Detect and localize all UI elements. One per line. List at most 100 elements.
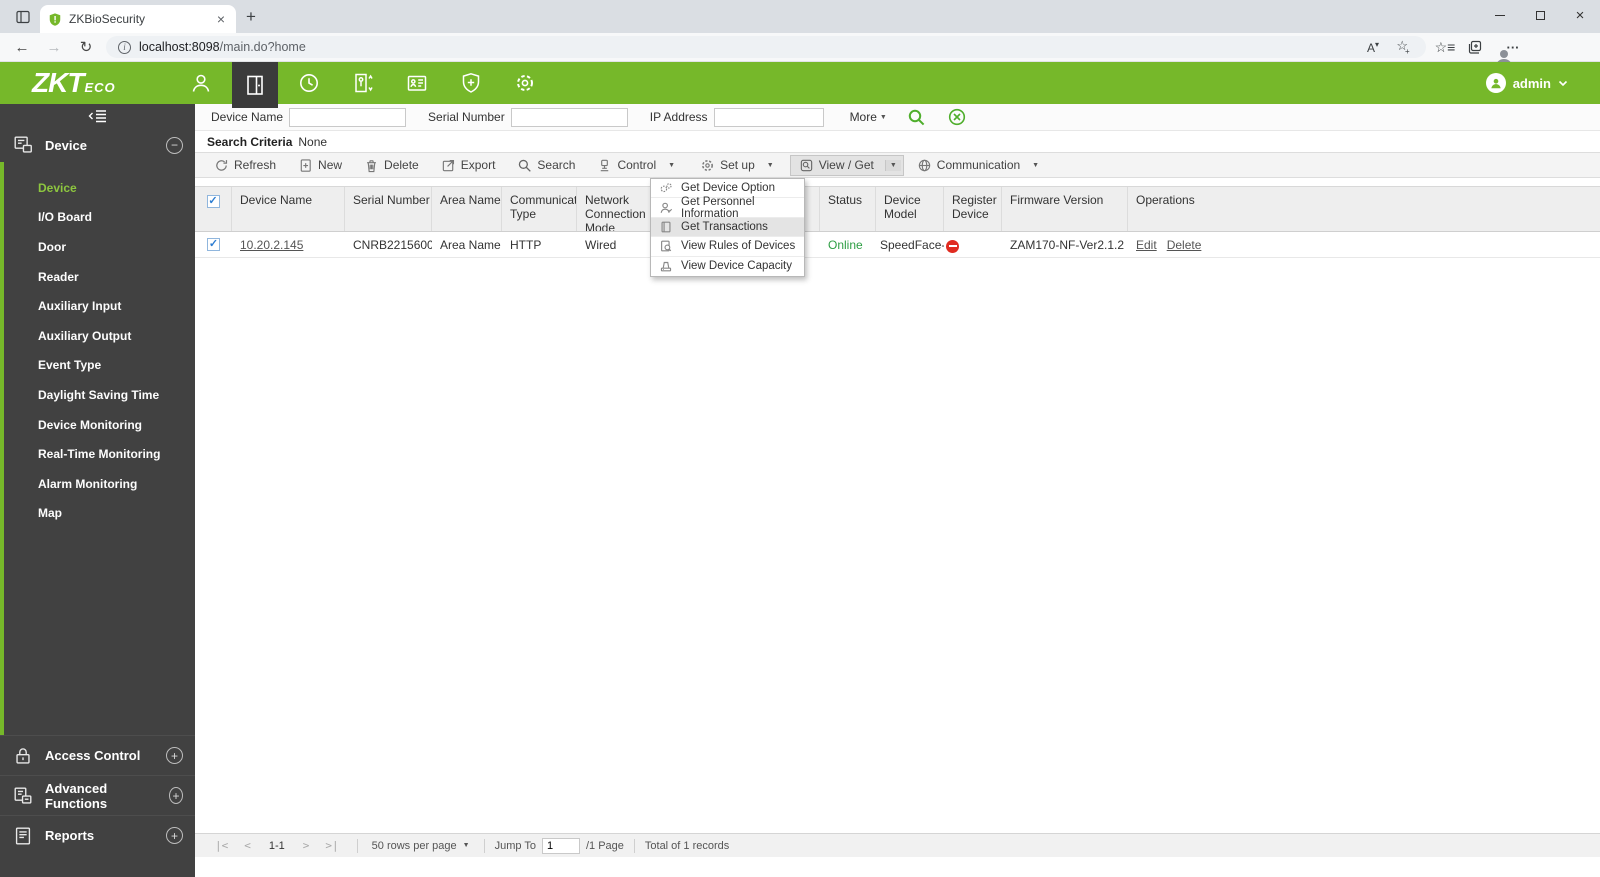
new-tab-button[interactable]: + bbox=[246, 7, 256, 27]
sidebar-section-advanced-functions[interactable]: Advanced Functions + bbox=[0, 775, 195, 815]
sidebar-item-device[interactable]: Device bbox=[4, 173, 195, 203]
minimize-button[interactable] bbox=[1480, 0, 1520, 30]
chevron-down-icon[interactable]: ▼ bbox=[665, 162, 678, 169]
clear-search-icon[interactable] bbox=[948, 108, 966, 126]
sidebar-item-door[interactable]: Door bbox=[4, 232, 195, 262]
address-bar[interactable]: i localhost:8098/main.do?home A▾ ☆+ bbox=[106, 36, 1426, 58]
delete-button[interactable]: Delete bbox=[355, 155, 428, 176]
sidebar-item-auxiliary-output[interactable]: Auxiliary Output bbox=[4, 321, 195, 351]
firmware-version-cell: ZAM170-NF-Ver2.1.2 bbox=[1010, 237, 1125, 252]
communication-button[interactable]: Communication ▼ bbox=[908, 155, 1051, 176]
select-all-checkbox[interactable]: ✓ bbox=[195, 187, 232, 231]
device-name-link[interactable]: 10.20.2.145 bbox=[240, 238, 303, 252]
sidebar-section-access-control[interactable]: Access Control + bbox=[0, 735, 195, 775]
add-favorite-icon[interactable]: ☆+ bbox=[1392, 38, 1414, 56]
sidebar-item-device-monitoring[interactable]: Device Monitoring bbox=[4, 410, 195, 440]
last-page-button[interactable]: >| bbox=[317, 839, 346, 852]
menu-item-view-device-capacity[interactable]: View Device Capacity bbox=[651, 257, 804, 276]
site-info-icon[interactable]: i bbox=[118, 40, 131, 54]
chevron-down-icon[interactable]: ▼ bbox=[764, 162, 777, 169]
expand-section-icon[interactable]: + bbox=[166, 747, 183, 764]
tab-close-icon[interactable]: × bbox=[214, 12, 228, 26]
column-communication-type[interactable]: Communication Type bbox=[502, 187, 577, 231]
attendance-icon[interactable] bbox=[286, 62, 332, 104]
delete-link[interactable]: Delete bbox=[1167, 238, 1202, 252]
edit-link[interactable]: Edit bbox=[1136, 238, 1157, 252]
refresh-button[interactable]: Refresh bbox=[205, 155, 285, 176]
chevron-down-icon[interactable]: ▼ bbox=[884, 159, 901, 171]
search-criteria-row: Search Criteria None bbox=[195, 131, 1600, 152]
column-serial-number[interactable]: Serial Number bbox=[345, 187, 432, 231]
more-filters-button[interactable]: More ▼ bbox=[850, 110, 887, 124]
collections-icon[interactable] bbox=[1464, 39, 1486, 55]
column-area-name[interactable]: Area Name bbox=[432, 187, 502, 231]
maximize-button[interactable] bbox=[1520, 0, 1560, 30]
user-menu[interactable]: admin bbox=[1485, 73, 1568, 93]
sidebar-section-reports[interactable]: Reports + bbox=[0, 815, 195, 855]
column-status[interactable]: Status bbox=[820, 187, 876, 231]
close-button[interactable]: × bbox=[1560, 0, 1600, 30]
column-device-model[interactable]: Device Model bbox=[876, 187, 944, 231]
column-register-device[interactable]: Register Device bbox=[944, 187, 1002, 231]
sidebar-item-io-board[interactable]: I/O Board bbox=[4, 203, 195, 233]
device-name-input[interactable] bbox=[289, 107, 407, 127]
sidebar-item-map[interactable]: Map bbox=[4, 499, 195, 529]
menu-item-view-rules-of-devices[interactable]: View Rules of Devices bbox=[651, 237, 804, 257]
search-icon[interactable] bbox=[907, 108, 926, 127]
expand-section-icon[interactable]: + bbox=[169, 787, 183, 804]
next-page-button[interactable]: > bbox=[295, 839, 318, 852]
sidebar-collapse-icon[interactable] bbox=[0, 104, 195, 128]
sidebar-item-real-time-monitoring[interactable]: Real-Time Monitoring bbox=[4, 439, 195, 469]
window-controls: × bbox=[1480, 0, 1600, 30]
card-icon[interactable] bbox=[394, 62, 440, 104]
ip-address-label: IP Address bbox=[649, 110, 708, 124]
column-operations[interactable]: Operations bbox=[1128, 187, 1600, 231]
row-checkbox[interactable]: ✓ bbox=[195, 238, 232, 251]
personnel-icon[interactable] bbox=[178, 62, 224, 104]
forward-icon[interactable]: → bbox=[42, 39, 66, 56]
menu-item-get-personnel-information[interactable]: Get Personnel Information bbox=[651, 196, 804, 220]
search-button[interactable]: Search bbox=[508, 155, 584, 176]
device-name-label: Device Name bbox=[211, 110, 284, 124]
sidebar-item-alarm-monitoring[interactable]: Alarm Monitoring bbox=[4, 469, 195, 499]
elevator-icon[interactable] bbox=[340, 62, 386, 104]
rows-per-page-select[interactable]: 50 rows per page ▼ bbox=[368, 840, 474, 852]
view-get-dropdown-menu: Get Device Option Get Personnel Informat… bbox=[650, 178, 805, 277]
sidebar-item-reader[interactable]: Reader bbox=[4, 262, 195, 292]
view-get-button[interactable]: View / Get ▼ bbox=[789, 154, 904, 176]
sidebar-section-device[interactable]: Device − bbox=[0, 128, 195, 162]
setup-button[interactable]: Set up ▼ bbox=[691, 155, 786, 176]
communication-type-cell: HTTP bbox=[510, 237, 542, 252]
globe-icon bbox=[917, 158, 932, 173]
export-button[interactable]: Export bbox=[432, 155, 505, 176]
shield-plus-icon[interactable] bbox=[448, 62, 494, 104]
column-device-name[interactable]: Device Name bbox=[232, 187, 345, 231]
ip-address-input[interactable] bbox=[713, 107, 824, 127]
serial-number-input[interactable] bbox=[510, 107, 628, 127]
menu-item-get-transactions[interactable]: Get Transactions bbox=[651, 217, 804, 238]
tab-actions-icon[interactable] bbox=[8, 4, 38, 30]
new-document-icon bbox=[298, 158, 313, 173]
column-network-connection-mode[interactable]: Network Connection Mode bbox=[577, 187, 652, 231]
sidebar-item-event-type[interactable]: Event Type bbox=[4, 351, 195, 381]
refresh-icon bbox=[214, 158, 229, 173]
read-aloud-icon[interactable]: A▾ bbox=[1362, 40, 1384, 55]
browser-tab[interactable]: ZKBioSecurity × bbox=[40, 5, 236, 33]
collapse-section-icon[interactable]: − bbox=[166, 136, 183, 154]
new-button[interactable]: New bbox=[289, 155, 351, 176]
expand-section-icon[interactable]: + bbox=[166, 827, 183, 844]
access-device-icon[interactable] bbox=[231, 62, 278, 108]
jump-to-input[interactable] bbox=[541, 837, 580, 854]
device-submenu: Device I/O Board Door Reader Auxiliary I… bbox=[0, 162, 195, 735]
sidebar-item-daylight-saving-time[interactable]: Daylight Saving Time bbox=[4, 380, 195, 410]
column-firmware-version[interactable]: Firmware Version bbox=[1002, 187, 1128, 231]
favorites-icon[interactable]: ☆≡ bbox=[1434, 39, 1456, 56]
first-page-button[interactable]: |< bbox=[207, 839, 236, 852]
back-icon[interactable]: ← bbox=[10, 39, 34, 56]
previous-page-button[interactable]: < bbox=[236, 839, 259, 852]
system-settings-icon[interactable] bbox=[502, 62, 548, 104]
refresh-icon[interactable]: ↻ bbox=[74, 38, 98, 56]
control-button[interactable]: Control ▼ bbox=[588, 155, 687, 176]
sidebar-item-auxiliary-input[interactable]: Auxiliary Input bbox=[4, 291, 195, 321]
chevron-down-icon[interactable]: ▼ bbox=[1029, 162, 1042, 169]
